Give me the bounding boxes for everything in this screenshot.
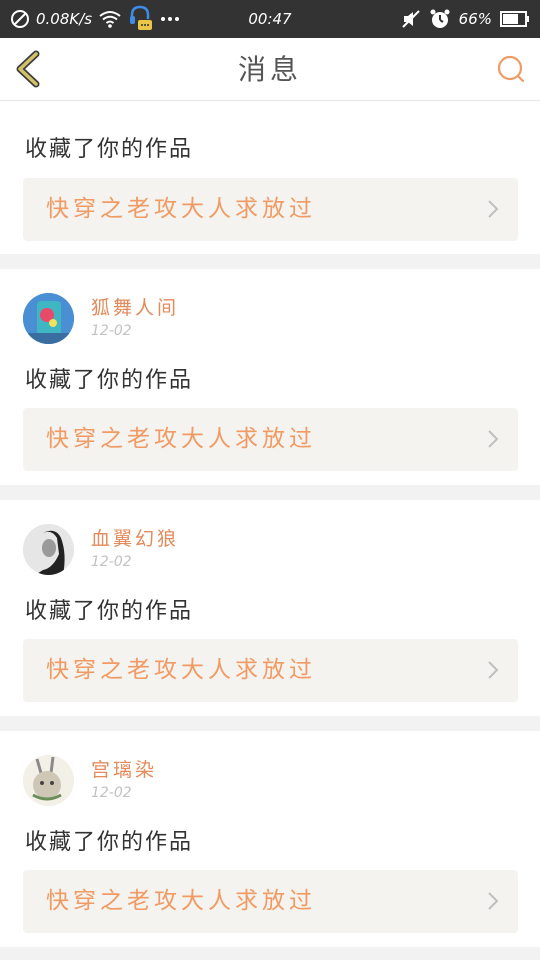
notification-list[interactable]: 12-15 收藏了你的作品 快穿之老攻大人求放过 狐舞人间 12-02 收藏了你…	[0, 101, 540, 960]
chevron-right-icon	[488, 892, 499, 910]
notification-card: 12-15 收藏了你的作品 快穿之老攻大人求放过	[0, 101, 540, 254]
search-icon	[497, 55, 525, 83]
notification-action: 收藏了你的作品	[25, 830, 194, 855]
work-title: 快穿之老攻大人求放过	[46, 888, 316, 914]
back-arrow-icon	[16, 50, 40, 88]
battery-icon	[500, 11, 529, 27]
notification-card: 狐舞人间 12-02 收藏了你的作品 快穿之老攻大人求放过	[0, 269, 540, 485]
user-avatar-icon	[23, 755, 74, 806]
work-title: 快穿之老攻大人求放过	[46, 196, 316, 222]
avatar[interactable]	[23, 755, 74, 806]
work-link[interactable]: 快穿之老攻大人求放过	[23, 639, 518, 702]
notification-date: 12-02	[91, 323, 132, 339]
search-button[interactable]	[496, 54, 526, 84]
notification-date: 12-02	[91, 785, 132, 801]
chevron-right-icon	[488, 200, 499, 218]
work-link[interactable]: 快穿之老攻大人求放过	[23, 870, 518, 933]
notification-action: 收藏了你的作品	[25, 137, 194, 162]
notification-card: 宫璃染 12-02 收藏了你的作品 快穿之老攻大人求放过	[0, 731, 540, 947]
work-link[interactable]: 快穿之老攻大人求放过	[23, 408, 518, 471]
notification-card: 血翼幻狼 12-02 收藏了你的作品 快穿之老攻大人求放过	[0, 500, 540, 716]
battery-percent: 66%	[458, 10, 492, 28]
header: 消息	[0, 38, 540, 101]
status-bar-right: 66%	[401, 0, 530, 38]
page-title: 消息	[237, 53, 302, 86]
username[interactable]: 血翼幻狼	[91, 524, 179, 551]
back-button[interactable]	[12, 50, 48, 88]
alarm-icon	[430, 9, 450, 28]
mute-icon	[401, 10, 420, 28]
username[interactable]: 宫璃染	[91, 755, 157, 782]
avatar[interactable]	[23, 293, 74, 344]
user-avatar-icon	[23, 293, 74, 344]
chevron-right-icon	[488, 661, 499, 679]
notification-action: 收藏了你的作品	[25, 368, 194, 393]
status-bar: 0.08K/s 00:47 66%	[0, 0, 540, 38]
avatar[interactable]	[23, 524, 74, 575]
work-title: 快穿之老攻大人求放过	[46, 426, 316, 452]
notification-action: 收藏了你的作品	[25, 599, 194, 624]
chevron-right-icon	[488, 430, 499, 448]
work-link[interactable]: 快穿之老攻大人求放过	[23, 178, 518, 241]
user-avatar-icon	[23, 524, 74, 575]
username[interactable]: 狐舞人间	[91, 293, 179, 320]
work-title: 快穿之老攻大人求放过	[46, 657, 316, 683]
notification-date: 12-02	[91, 554, 132, 570]
